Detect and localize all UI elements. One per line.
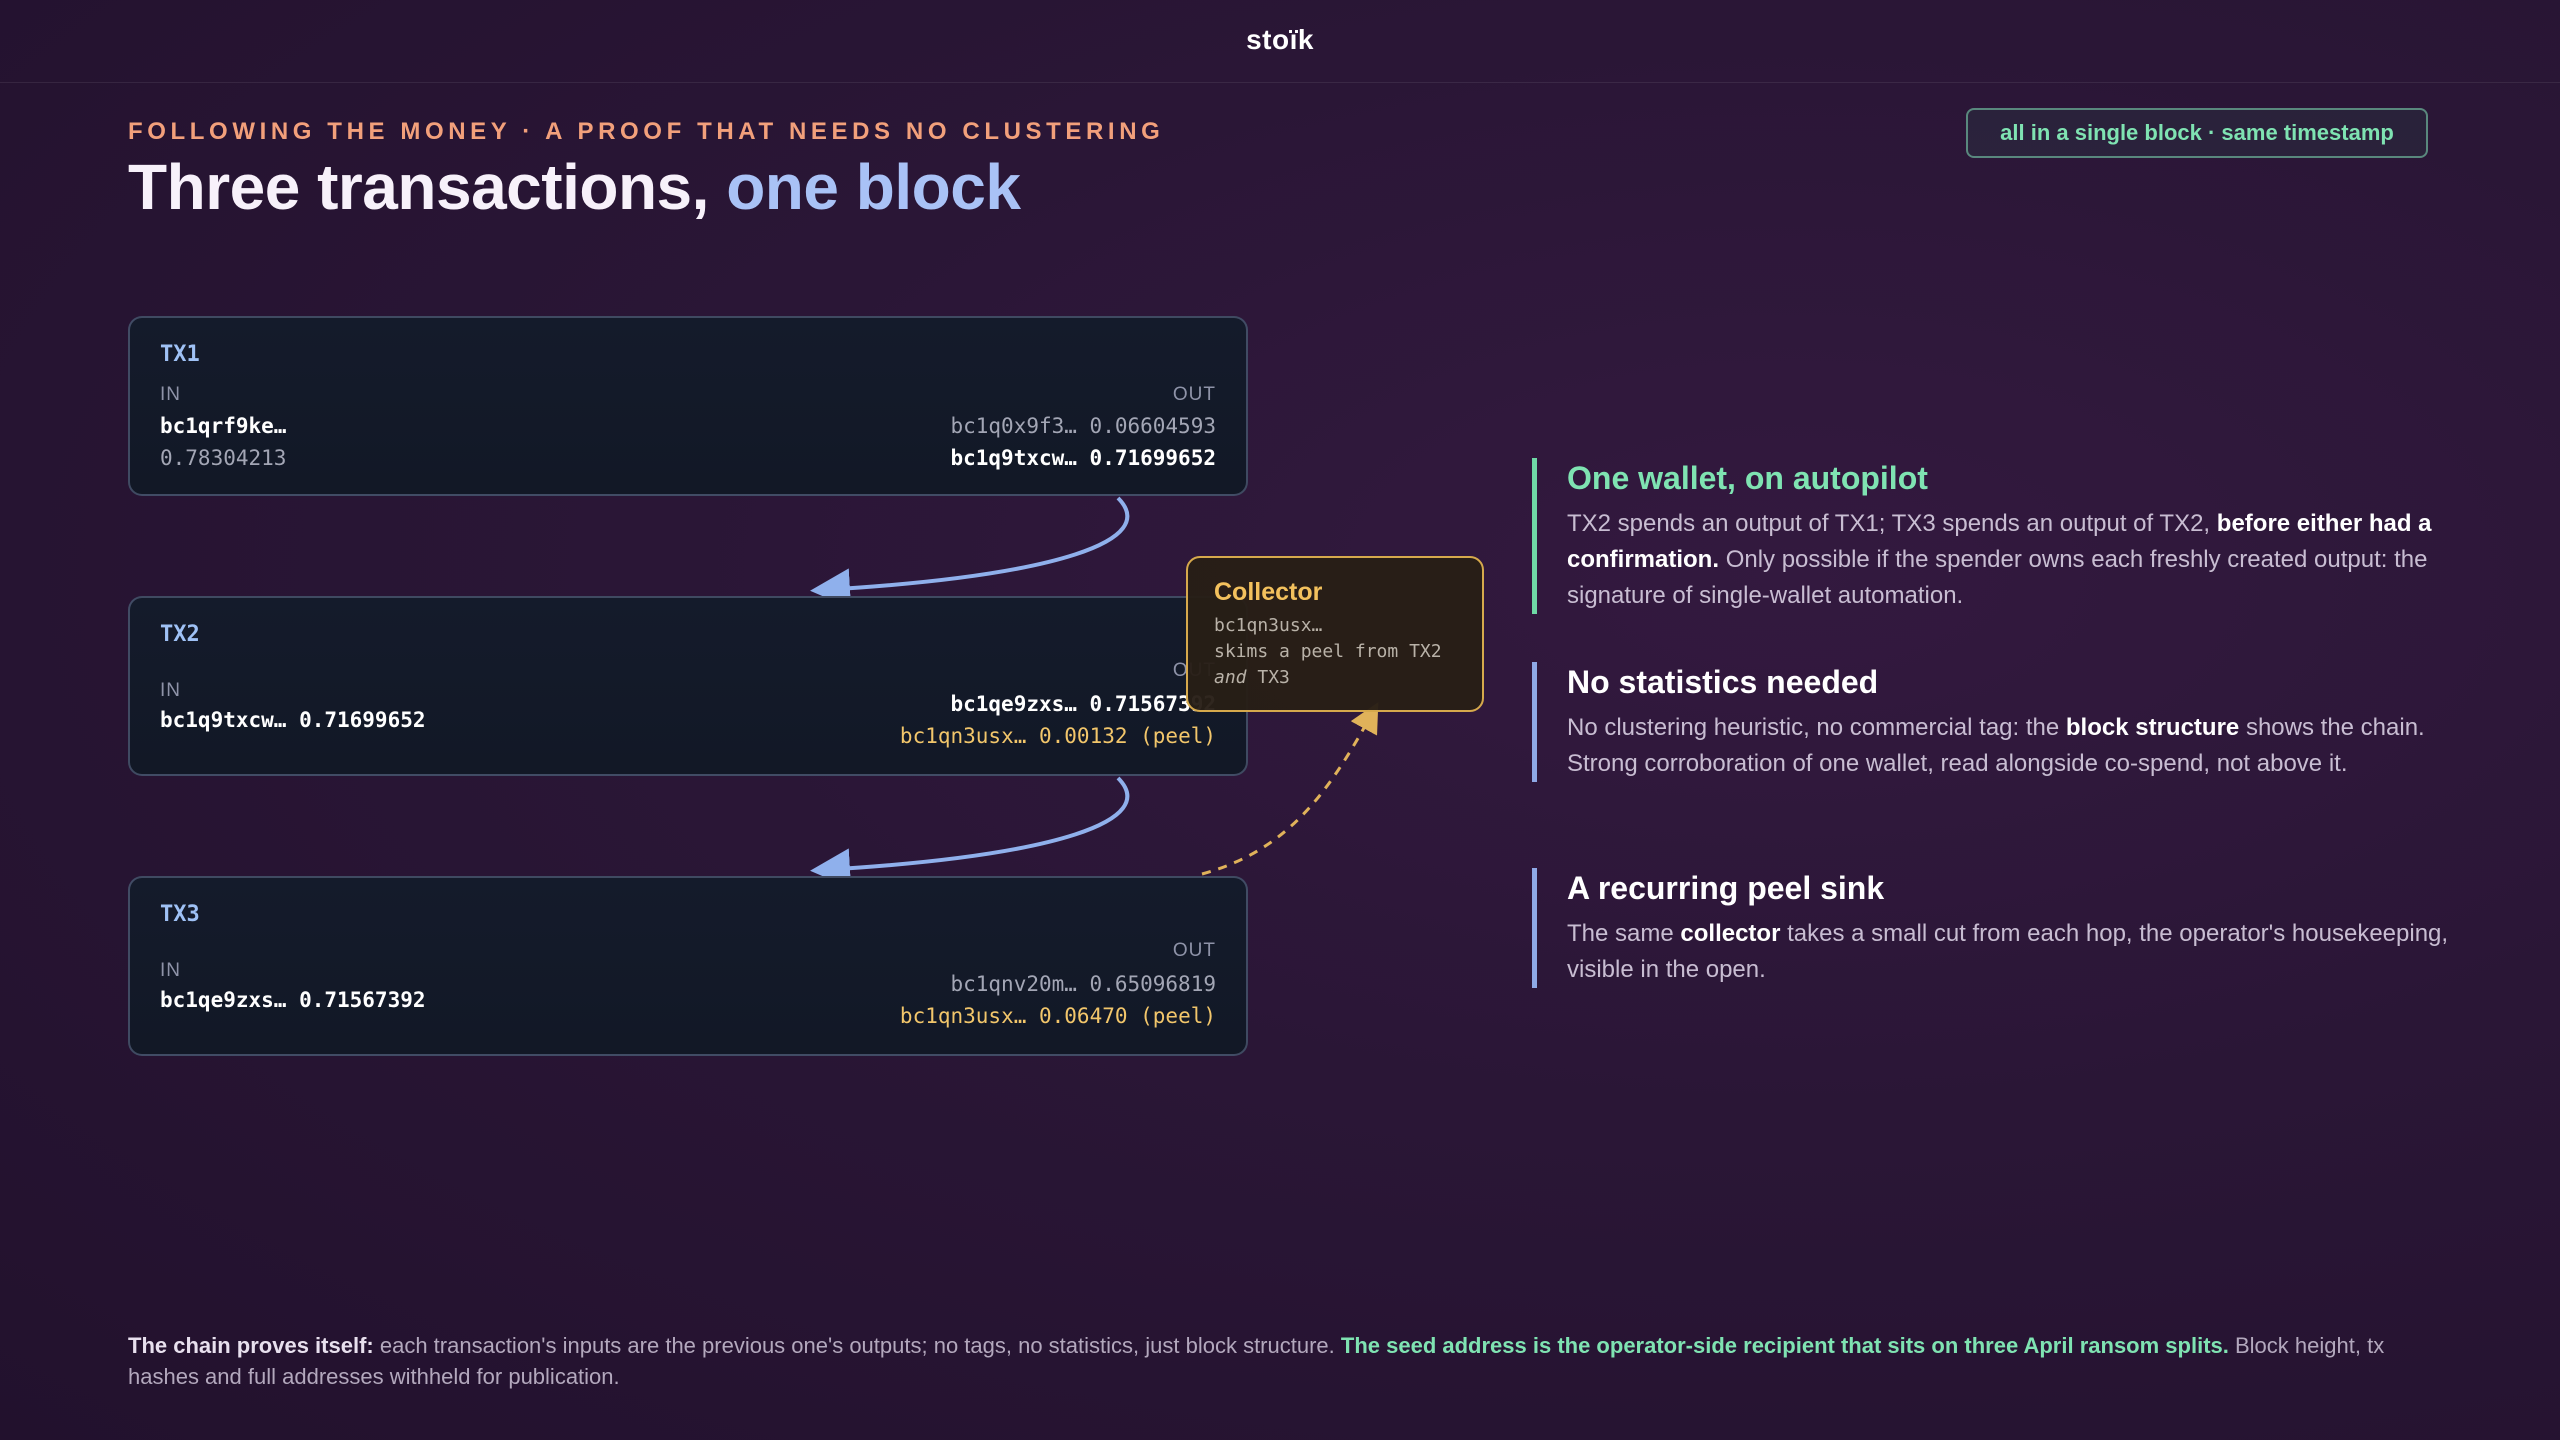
in-header: IN (160, 680, 181, 701)
peel-output-line: bc1qn3usx… 0.00132 (peel) (899, 724, 1216, 748)
footer-highlight: The seed address is the operator-side re… (1340, 1333, 2229, 1358)
collector-desc-1: skims a peel from TX2 (1214, 641, 1442, 662)
point-peel-sink: A recurring peel sink The same collector… (1532, 868, 2452, 988)
point-text: TX2 spends an output of TX1; TX3 spends … (1567, 506, 2452, 614)
collector-desc-2: and TX3 (1214, 665, 1482, 691)
tx-label: TX3 (160, 902, 200, 927)
collector-address: bc1qn3usx… (1214, 615, 1323, 636)
point-autopilot: One wallet, on autopilot TX2 spends an o… (1532, 458, 2452, 614)
input-line: bc1q9txcw… 0.71699652 (160, 708, 426, 732)
tx-card-3: TX3 IN OUT bc1qe9zxs… 0.71567392 bc1qnv2… (128, 876, 1248, 1056)
input-line: bc1qe9zxs… 0.71567392 (160, 988, 426, 1012)
tx-label: TX1 (160, 342, 200, 367)
input-amount: 0.78304213 (160, 446, 287, 470)
out-header: OUT (1172, 940, 1216, 961)
point-text: The same collector takes a small cut fro… (1567, 916, 2452, 988)
in-header: IN (160, 960, 181, 981)
collector-title: Collector (1214, 578, 1323, 606)
point-text-part: TX2 spends an output of TX1; TX3 spends … (1567, 510, 2211, 537)
footer-lead: The chain proves itself: (128, 1333, 374, 1358)
collector-callout: Collector bc1qn3usx… skims a peel from T… (1186, 556, 1484, 712)
output-line: bc1qnv20m… 0.65096819 (950, 972, 1216, 996)
output-line: bc1qe9zxs… 0.71567392 (950, 692, 1216, 716)
point-text-bold: collector (1680, 920, 1781, 947)
output-line: bc1q0x9f3… 0.06604593 (950, 414, 1216, 438)
collector-desc-tx3: TX3 (1257, 667, 1290, 688)
input-address: bc1qrf9ke… (160, 414, 287, 438)
arrow-tx2-to-tx3 (810, 776, 1130, 889)
collector-details: bc1qn3usx… skims a peel from TX2 and TX3 (1214, 613, 1482, 691)
point-text-part: No clustering heuristic, no commercial t… (1567, 714, 2060, 741)
tx-card-2: TX2 IN OUT bc1q9txcw… 0.71699652 bc1qe9z… (128, 596, 1248, 776)
point-title: A recurring peel sink (1567, 870, 1885, 906)
point-text-bold: block structure (2065, 714, 2240, 741)
footer-text-1: each transaction's inputs are the previo… (379, 1333, 1335, 1358)
out-header: OUT (1172, 384, 1216, 405)
in-header: IN (160, 384, 181, 405)
arrow-tx1-to-tx2 (810, 496, 1130, 609)
point-title: One wallet, on autopilot (1567, 460, 1928, 496)
point-text-part: The same (1567, 920, 1674, 947)
peel-output-line: bc1qn3usx… 0.06470 (peel) (899, 1004, 1216, 1028)
point-title: No statistics needed (1567, 664, 1879, 700)
collector-desc-and: and (1214, 667, 1247, 688)
tx-label: TX2 (160, 622, 200, 647)
point-text: No clustering heuristic, no commercial t… (1567, 710, 2452, 782)
tx-card-1: TX1 IN OUT bc1qrf9ke… 0.78304213 bc1q0x9… (128, 316, 1248, 496)
output-line: bc1q9txcw… 0.71699652 (950, 446, 1216, 470)
point-no-statistics: No statistics needed No clustering heuri… (1532, 662, 2452, 782)
footer-note: The chain proves itself: each transactio… (128, 1330, 2418, 1392)
